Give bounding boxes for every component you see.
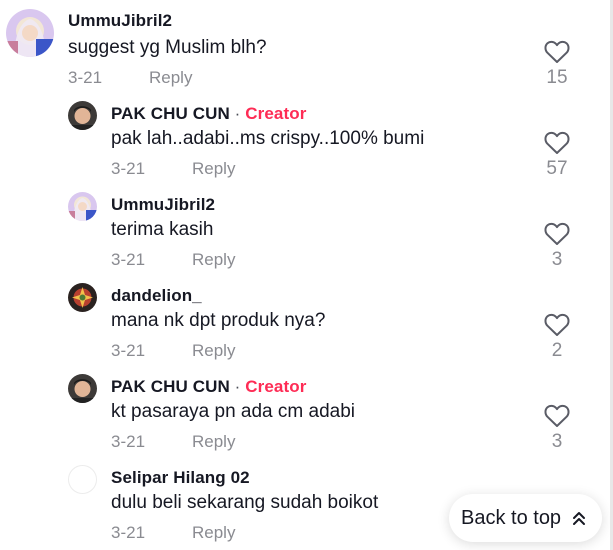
reply-item: dandelion_ mana nk dpt produk nya? 3-21 … [0,277,613,368]
like-count: 57 [546,158,568,179]
like-count: 15 [546,67,568,88]
like-count: 3 [551,249,563,270]
comment-text: suggest yg Muslim blh? [68,37,267,58]
reply-item: PAK CHU CUN · Creator kt pasaraya pn ada… [0,368,613,459]
avatar[interactable] [68,374,97,403]
heart-icon [544,404,570,427]
like-button[interactable]: 57 [537,131,577,180]
comment-username[interactable]: UmmuJibril2 [111,195,215,215]
comment-username[interactable]: Selipar Hilang 02 [111,468,250,488]
reply-button[interactable]: Reply [192,523,235,543]
heart-icon [544,222,570,245]
reply-button[interactable]: Reply [192,159,235,179]
like-count: 3 [551,431,563,452]
creator-separator: · [229,104,246,123]
reply-item: PAK CHU CUN · Creator pak lah..adabi..ms… [0,95,613,185]
like-button[interactable]: 15 [537,40,577,89]
comment-username[interactable]: PAK CHU CUN · Creator [111,104,306,124]
comment-date: 3-21 [111,250,146,269]
comment-text: dulu beli sekarang sudah boikot [111,492,379,513]
comment-username[interactable]: dandelion_ [111,286,202,306]
reply-button[interactable]: Reply [192,341,235,361]
avatar[interactable] [6,9,54,57]
heart-icon [544,40,570,63]
double-chevron-up-icon [573,512,585,525]
avatar[interactable] [68,101,97,130]
back-to-top-label: Back to top [461,506,562,529]
comment-date: 3-21 [68,68,103,87]
comment-username[interactable]: PAK CHU CUN · Creator [111,377,306,397]
reply-item: UmmuJibril2 terima kasih 3-21 Reply 3 [0,186,613,277]
comment-date: 3-21 [111,523,146,542]
like-button[interactable]: 2 [537,313,577,362]
avatar[interactable] [68,192,97,221]
like-count: 2 [551,340,563,361]
comment-text: terima kasih [111,219,214,240]
comment-text: pak lah..adabi..ms crispy..100% bumi [111,128,425,149]
comment-text: kt pasaraya pn ada cm adabi [111,401,355,422]
heart-icon [544,313,570,336]
comment-date: 3-21 [111,341,146,360]
heart-icon [544,131,570,154]
avatar[interactable] [68,283,97,312]
like-button[interactable]: 3 [537,222,577,271]
reply-button[interactable]: Reply [192,250,235,270]
reply-button[interactable]: Reply [149,68,192,88]
like-button[interactable]: 3 [537,404,577,453]
creator-separator: · [229,377,246,396]
comment-date: 3-21 [111,432,146,451]
creator-badge: Creator [245,104,307,123]
comment-username[interactable]: UmmuJibril2 [68,11,172,31]
comment-text: mana nk dpt produk nya? [111,310,326,331]
comment-item: UmmuJibril2 suggest yg Muslim blh? 3-21 … [0,0,613,95]
comment-date: 3-21 [111,159,146,178]
creator-badge: Creator [245,377,307,396]
back-to-top-button[interactable]: Back to top [449,494,602,542]
reply-button[interactable]: Reply [192,432,235,452]
avatar[interactable] [68,465,97,494]
